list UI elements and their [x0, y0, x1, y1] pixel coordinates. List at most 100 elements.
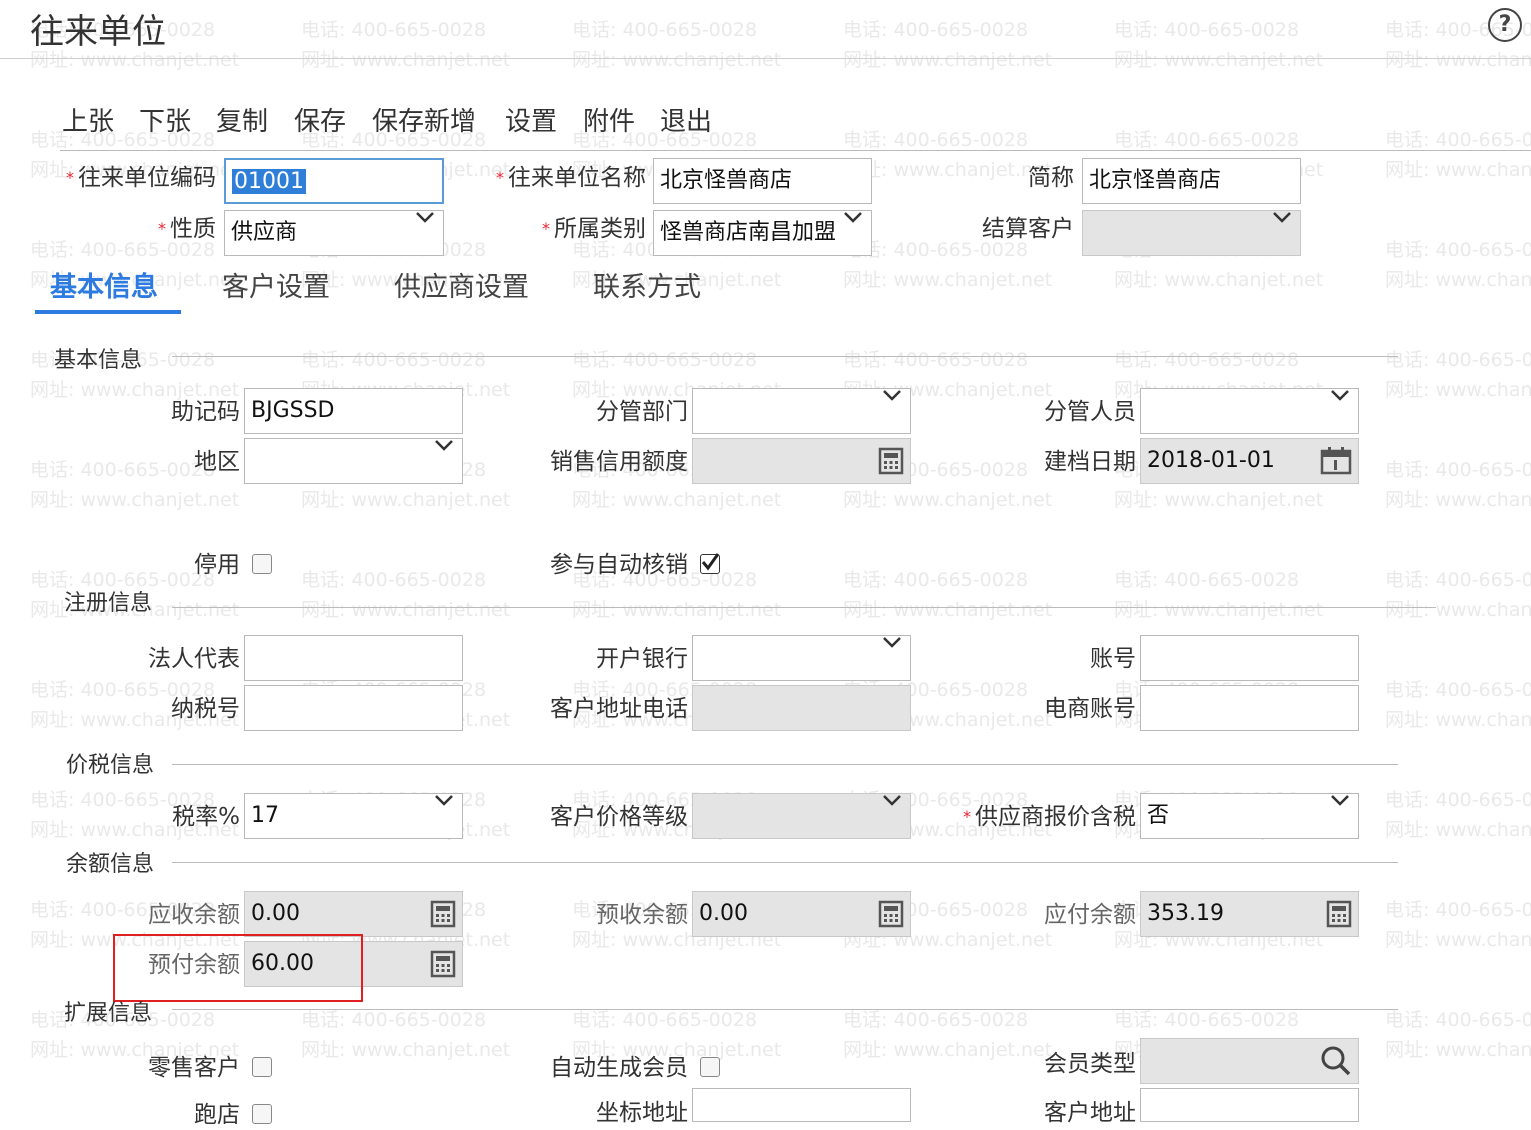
tab-supplier-settings[interactable]: 供应商设置 [394, 265, 529, 304]
payable-input: 353.19 [1140, 891, 1359, 937]
nature-value: 供应商 [231, 220, 298, 245]
watermark-site: 网址: www.chanjet.net [1114, 599, 1324, 621]
chevron-down-icon [882, 794, 902, 806]
receivable-label: 应收余额 [148, 902, 240, 928]
disabled-checkbox[interactable] [252, 554, 272, 574]
watermark-phone: 电话: 400-665-0028 [1114, 19, 1300, 41]
chevron-down-icon [434, 794, 454, 806]
coord-address-input[interactable] [692, 1088, 911, 1122]
settings-button[interactable]: 设置 [505, 101, 557, 138]
section-register-title: 注册信息 [64, 591, 153, 616]
ecom-account-label: 电商账号 [1044, 696, 1136, 722]
watermark-site: 网址: www.chanjet.net [301, 489, 511, 511]
watermark-phone: 电话: 400-665-0028 [843, 349, 1029, 371]
section-ext-title: 扩展信息 [64, 1001, 153, 1026]
auto-member-checkbox[interactable] [700, 1057, 720, 1077]
watermark-site: 网址: www.chanjet.net [301, 599, 511, 621]
section-divider [172, 356, 1398, 357]
watermark-site: 网址: www.chanjet.net [301, 49, 511, 71]
tax-rate-select[interactable]: 17 [244, 793, 463, 839]
window-title: 往来单位 [30, 12, 166, 52]
category-value: 怪兽商店南昌加盟 [660, 220, 837, 245]
calculator-icon[interactable] [878, 447, 904, 475]
created-date-input[interactable]: 2018-01-01 [1140, 438, 1359, 484]
tab-customer-settings[interactable]: 客户设置 [222, 265, 330, 304]
legal-rep-input[interactable] [244, 635, 463, 681]
mnemonic-label: 助记码 [171, 399, 240, 425]
section-balance-title: 余额信息 [66, 852, 155, 877]
nature-label: * 性质 [158, 216, 216, 242]
toolbar-divider [60, 150, 1531, 151]
auto-writeoff-checkbox[interactable] [700, 553, 720, 574]
next-record-button[interactable]: 下张 [139, 101, 191, 138]
receivable-input: 0.00 [244, 891, 463, 937]
save-new-button[interactable]: 保存新增 [372, 101, 476, 138]
section-divider [172, 607, 1436, 608]
addr-phone-input[interactable] [692, 685, 911, 731]
retail-customer-label: 零售客户 [148, 1055, 240, 1081]
store-checkbox[interactable] [252, 1104, 272, 1124]
tab-contacts[interactable]: 联系方式 [593, 265, 701, 304]
category-select[interactable]: 怪兽商店南昌加盟 [653, 210, 872, 256]
tax-rate-label: 税率% [172, 804, 240, 830]
calculator-icon [430, 900, 456, 928]
customer-address-input[interactable] [1140, 1088, 1359, 1122]
price-level-select[interactable] [692, 793, 911, 839]
watermark-site: 网址: www.chanjet.net [572, 49, 782, 71]
settle-customer-select[interactable] [1082, 210, 1301, 256]
attachment-button[interactable]: 附件 [583, 101, 635, 138]
watermark-phone: 电话: 400-665-0028 [572, 349, 758, 371]
watermark-phone: 电话: 400-665-0028 [1385, 459, 1531, 481]
watermark-site: 网址: www.chanjet.net [572, 599, 782, 621]
tab-basic-info[interactable]: 基本信息 [50, 265, 158, 304]
code-input[interactable]: 01001 [224, 158, 444, 204]
copy-button[interactable]: 复制 [216, 101, 268, 138]
credit-limit-input[interactable] [692, 438, 911, 484]
short-name-input[interactable]: 北京怪兽商店 [1082, 158, 1301, 204]
chevron-down-icon [1330, 389, 1350, 401]
watermark-site: 网址: www.chanjet.net [301, 1039, 511, 1061]
exit-button[interactable]: 退出 [660, 101, 712, 138]
prev-record-button[interactable]: 上张 [62, 101, 114, 138]
watermark-site: 网址: www.chanjet.net [843, 49, 1053, 71]
watermark-site: 网址: www.chanjet.net [1385, 1039, 1531, 1061]
name-input[interactable]: 北京怪兽商店 [653, 158, 872, 204]
created-date-label: 建档日期 [1044, 449, 1136, 475]
ecom-account-input[interactable] [1140, 685, 1359, 731]
calendar-icon[interactable] [1320, 447, 1352, 475]
region-select[interactable] [244, 438, 463, 484]
category-label: * 所属类别 [542, 216, 646, 242]
payable-label: 应付余额 [1044, 902, 1136, 928]
member-type-label: 会员类型 [1044, 1051, 1136, 1077]
prereceive-label: 预收余额 [596, 902, 688, 928]
member-type-input[interactable] [1140, 1038, 1359, 1084]
quote-tax-label: * 供应商报价含税 [963, 804, 1136, 830]
watermark-phone: 电话: 400-665-0028 [1385, 349, 1531, 371]
disabled-label: 停用 [194, 552, 240, 578]
account-input[interactable] [1140, 635, 1359, 681]
calculator-icon [430, 950, 456, 978]
chevron-down-icon [882, 389, 902, 401]
addr-phone-label: 客户地址电话 [550, 696, 688, 722]
dept-label: 分管部门 [596, 399, 688, 425]
watermark-phone: 电话: 400-665-0028 [1385, 239, 1531, 261]
watermark-site: 网址: www.chanjet.net [1385, 159, 1531, 181]
staff-select[interactable] [1140, 388, 1359, 434]
help-icon[interactable]: ? [1488, 8, 1522, 42]
search-icon[interactable] [1320, 1045, 1352, 1077]
mnemonic-input[interactable]: BJGSSD [244, 388, 463, 434]
region-label: 地区 [194, 449, 240, 475]
bank-select[interactable] [692, 635, 911, 681]
customer-address-label: 客户地址 [1044, 1100, 1136, 1126]
calculator-icon [878, 900, 904, 928]
section-divider [172, 1009, 1398, 1010]
price-level-label: 客户价格等级 [550, 804, 688, 830]
dept-select[interactable] [692, 388, 911, 434]
quote-tax-select[interactable]: 否 [1140, 793, 1359, 839]
watermark-site: 网址: www.chanjet.net [843, 269, 1053, 291]
save-button[interactable]: 保存 [294, 101, 346, 138]
retail-customer-checkbox[interactable] [252, 1057, 272, 1077]
calculator-icon [1326, 900, 1352, 928]
tax-no-input[interactable] [244, 685, 463, 731]
nature-select[interactable]: 供应商 [224, 210, 444, 256]
